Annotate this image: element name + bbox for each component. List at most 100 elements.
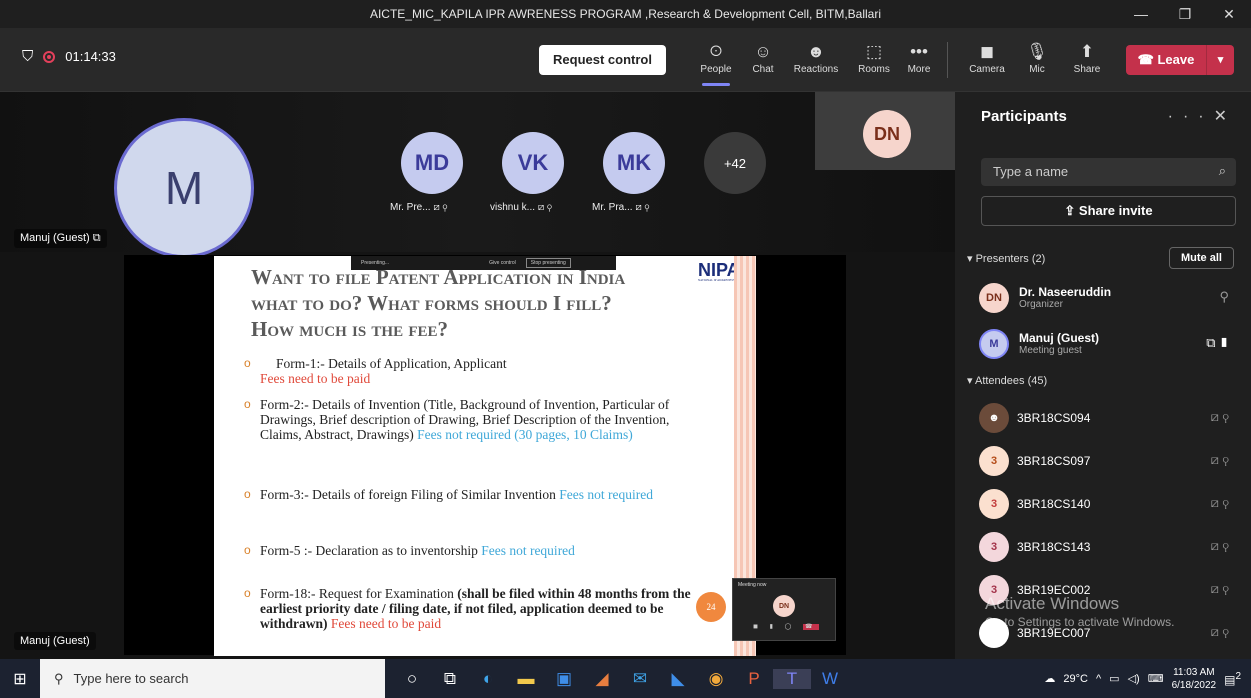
more-participants-tile[interactable]: +42 (704, 132, 766, 194)
camera-mic-off-icon: ⧄ ⚲ (1210, 624, 1229, 639)
toolbar-chat-button[interactable]: ☺ Chat (738, 40, 788, 75)
network-icon[interactable]: ▭ (1109, 672, 1119, 685)
mute-all-button[interactable]: Mute all (1169, 247, 1234, 269)
tile-name-mk: Mr. Pra... ⧄ ⚲ (592, 202, 650, 213)
tile-avatar-vk[interactable]: VK (502, 132, 564, 194)
main-speaker-avatar[interactable]: M (114, 118, 254, 258)
mini-window-controls[interactable]: ◼ ▮ ◯ ☎ (753, 623, 820, 630)
app2-icon[interactable]: ◣ (659, 669, 697, 689)
more-options-icon[interactable]: ··· (1168, 108, 1214, 125)
chrome-icon[interactable]: ◉ (697, 669, 735, 689)
cortana-icon[interactable]: ○ (393, 669, 431, 689)
toolbar-share-button[interactable]: ⬆ Share (1062, 40, 1112, 75)
presenting-bar: Presenting... Give control Stop presenti… (351, 256, 616, 270)
mini-leave-icon[interactable]: ☎ (803, 624, 820, 630)
attendee-row[interactable]: 3 3BR18CS097 ⧄ ⚲ (979, 442, 1239, 480)
people-active-indicator (702, 83, 730, 86)
avatar: M (979, 329, 1009, 359)
toolbar-reactions-button[interactable]: ☻ Reactions (791, 40, 841, 75)
recording-icon (43, 50, 56, 63)
tile-avatar-mk[interactable]: MK (603, 132, 665, 194)
avatar: DN (979, 283, 1009, 313)
slide-bullet-form1: Form-1:- Details of Application, Applica… (244, 356, 714, 386)
presenters-header[interactable]: ▾ Presenters (2) (967, 252, 1045, 265)
attendee-row[interactable]: 3 3BR18CS140 ⧄ ⚲ (979, 485, 1239, 523)
file-explorer-icon[interactable]: ▬ (507, 669, 545, 689)
attendee-row[interactable]: 3 3BR18CS143 ⧄ ⚲ (979, 528, 1239, 566)
mic-off-icon: ⚲ (546, 202, 552, 213)
maximize-button[interactable]: ❐ (1163, 0, 1207, 28)
activate-windows-watermark: Activate Windows (985, 594, 1120, 613)
tile-name-vk: vishnu k... ⧄ ⚲ (490, 202, 552, 213)
store-icon[interactable]: ▣ (545, 669, 583, 689)
mic-off-icon: ⚲ (442, 202, 448, 213)
task-view-icon[interactable]: ⧉ (431, 669, 469, 689)
camera-off-icon: ◼ (979, 42, 995, 61)
window-titlebar: AICTE_MIC_KAPILA IPR AWRENESS PROGRAM ,R… (0, 0, 1251, 28)
search-icon: ⌕ (1218, 163, 1226, 178)
meeting-timer: 01:14:33 (65, 49, 116, 64)
windows-start-icon[interactable]: ⊞ (0, 669, 40, 689)
toolbar-more-button[interactable]: ••• More (894, 40, 944, 75)
camera-mic-off-icon: ⧄ ⚲ (1210, 538, 1229, 553)
participant-row[interactable]: M Manuj (Guest) Meeting guest ⧉ ▮ (979, 325, 1239, 363)
avatar: 3 (979, 532, 1009, 562)
close-window-button[interactable]: ✕ (1207, 0, 1251, 28)
mini-window-avatar: DN (773, 595, 795, 617)
camera-off-icon: ⧄ (537, 202, 545, 213)
slide-bullet-form18: Form-18:- Request for Examination (shall… (244, 586, 699, 631)
give-control-button[interactable]: Give control (489, 260, 516, 266)
activate-windows-subtext: Go to Settings to activate Windows. (985, 615, 1175, 629)
camera-mic-off-icon: ⧄ ⚲ (1210, 581, 1229, 596)
minimize-button[interactable]: — (1119, 0, 1163, 28)
close-panel-icon[interactable]: ✕ (1214, 108, 1237, 125)
screen-share-icon: ⧉ (92, 232, 101, 244)
stop-presenting-button[interactable]: Stop presenting (525, 258, 571, 268)
volume-icon[interactable]: ◁) (1128, 672, 1140, 685)
keyboard-icon[interactable]: ⌨ (1148, 672, 1164, 685)
leave-dropdown-chevron-icon[interactable]: ▾ (1206, 45, 1234, 75)
presentation-slide: Want to file Patent Application in India… (214, 256, 756, 656)
camera-mic-off-icon: ⧄ ⚲ (1210, 452, 1229, 467)
meeting-toolbar: ⛉ 01:14:33 Request control ꖴ People ☺ Chat… (0, 28, 1251, 92)
taskbar-search-input[interactable]: ⚲ Type here to search (40, 659, 385, 698)
edge-icon[interactable]: ◐ (469, 669, 507, 689)
camera-mic-off-icon: ⧄ ⚲ (1210, 495, 1229, 510)
notifications-icon[interactable]: ▤2 (1224, 671, 1241, 687)
stage-name-tag: Manuj (Guest) (14, 632, 96, 650)
toolbar-camera-button[interactable]: ◼ Camera (962, 40, 1012, 75)
request-control-button[interactable]: Request control (539, 45, 666, 75)
meeting-mini-window[interactable]: Meeting now DN ◼ ▮ ◯ ☎ (732, 578, 836, 641)
shield-icon[interactable]: ⛉ (22, 48, 33, 65)
more-icon: ••• (910, 42, 928, 61)
people-icon: ꖴ (709, 42, 723, 61)
panel-title: Participants (981, 108, 1067, 125)
mic-off-icon: ⚲ (644, 202, 650, 213)
toolbar-divider (947, 42, 948, 78)
slide-title: Want to file Patent Application in India… (251, 265, 626, 341)
app-icon[interactable]: ◢ (583, 669, 621, 689)
taskbar-clock[interactable]: 11:03 AM 6/18/2022 (1172, 666, 1217, 692)
powerpoint-icon[interactable]: P (735, 669, 773, 689)
tile-avatar-md[interactable]: MD (401, 132, 463, 194)
avatar: 3 (979, 446, 1009, 476)
toolbar-rooms-button[interactable]: ⬚ Rooms (849, 40, 899, 75)
tray-chevron-icon[interactable]: ^ (1096, 673, 1101, 685)
toolbar-people-button[interactable]: ꖴ People (691, 40, 741, 75)
attendee-row[interactable]: ☻ 3BR18CS094 ⧄ ⚲ (979, 399, 1239, 437)
toolbar-mic-button[interactable]: 🎙 Mic (1012, 40, 1062, 75)
word-icon[interactable]: W (811, 669, 849, 689)
attendees-header[interactable]: ▾ Attendees (45) (967, 374, 1047, 387)
participant-row[interactable]: DN Dr. Naseeruddin Organizer ⚲ (979, 279, 1239, 317)
share-invite-icon: ⇪ (1064, 203, 1079, 218)
share-invite-button[interactable]: ⇪ Share invite (981, 196, 1236, 226)
mail-icon[interactable]: ✉ (621, 669, 659, 689)
temperature[interactable]: 29°C (1063, 673, 1088, 685)
phone-hangup-icon: ☎ (1137, 52, 1158, 67)
participant-search-input[interactable]: Type a name ⌕ (981, 158, 1236, 186)
participant-gallery: M Manuj (Guest) ⧉ MD VK MK +42 Mr. Pre..… (0, 92, 955, 258)
teams-icon[interactable]: T (773, 668, 811, 689)
leave-button[interactable]: ☎ Leave ▾ (1126, 45, 1234, 75)
weather-icon[interactable]: ☁ (1044, 672, 1055, 685)
chat-icon: ☺ (754, 42, 772, 61)
